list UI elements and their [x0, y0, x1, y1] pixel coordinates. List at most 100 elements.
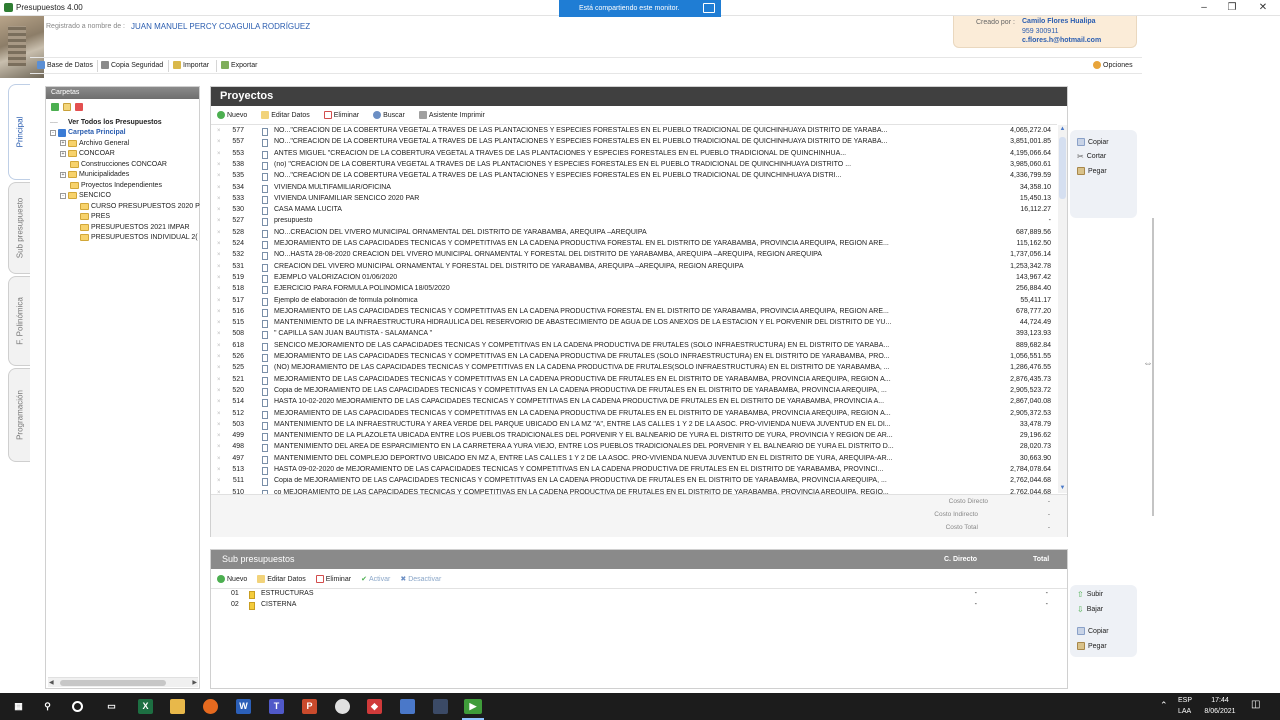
- export-button[interactable]: Exportar: [221, 61, 257, 69]
- copy-sub-button[interactable]: Copiar: [1077, 624, 1109, 638]
- add-folder-icon[interactable]: [51, 103, 59, 111]
- scroll-thumb[interactable]: [1059, 137, 1066, 199]
- app-terminal-icon[interactable]: [433, 699, 448, 714]
- project-row[interactable]: × 497 MANTENIMIENTO DEL COMPLEJO DEPORTIVO…: [211, 455, 1057, 466]
- tree-item-curso[interactable]: CURSO PRESUPUESTOS 2020 P: [50, 201, 200, 212]
- tab-principal[interactable]: Principal: [8, 84, 30, 180]
- project-row[interactable]: × 512 MEJORAMIENTO DE LAS CAPACIDADES TÉCN…: [211, 410, 1057, 421]
- project-row[interactable]: × 519 EJEMPLO VALORIZACIÓN 01/06/2020 143,9…: [211, 274, 1057, 285]
- project-row[interactable]: × 513 HASTA 09-02-2020 de MEJORAMIENTO DE …: [211, 466, 1057, 477]
- tab-programacion[interactable]: Programación: [8, 368, 30, 462]
- tree-item-2021-impar[interactable]: PRESUPUESTOS 2021 IMPAR: [50, 222, 200, 233]
- keyboard-layout[interactable]: LAA: [1178, 708, 1191, 715]
- projects-vertical-scrollbar[interactable]: ▲ ▼: [1058, 125, 1067, 493]
- project-row[interactable]: × 530 CASA MAMÁ LUCITA 16,112.27: [211, 206, 1057, 217]
- clock-time[interactable]: 17:44: [1203, 697, 1237, 704]
- edit-project-button[interactable]: Editar Datos: [261, 111, 310, 119]
- database-button[interactable]: Base de Datos: [37, 61, 93, 69]
- scroll-right-icon[interactable]: ▶: [192, 679, 197, 686]
- tree-item-pres[interactable]: PRES: [50, 212, 200, 223]
- project-row[interactable]: × 508 " CAPILLA SAN JUAN BAUTISTA - SALAMA…: [211, 330, 1057, 341]
- search-project-button[interactable]: Buscar: [373, 111, 405, 119]
- minimize-button[interactable]: –: [1189, 0, 1219, 16]
- creator-email[interactable]: c.flores.h@hotmail.com: [1022, 37, 1101, 44]
- project-row[interactable]: × 517 Ejemplo de elaboración de fórmula po…: [211, 297, 1057, 308]
- expand-icon[interactable]: +: [60, 171, 66, 178]
- scroll-down-icon[interactable]: ▼: [1059, 485, 1066, 492]
- project-row[interactable]: × 503 MANTENIMIENTO DE LA INFRAESTRUCTURA …: [211, 421, 1057, 432]
- tab-formula-polinomica[interactable]: F. Polinómica: [8, 276, 30, 366]
- tree-item-archivo[interactable]: + Archivo General: [50, 138, 200, 149]
- notifications-icon[interactable]: ◫: [1251, 699, 1260, 710]
- folders-horizontal-scrollbar[interactable]: ◀ ▶: [48, 677, 198, 687]
- project-row[interactable]: × 520 Copia de MEJORAMIENTO DE LAS CAPACID…: [211, 387, 1057, 398]
- paste-button[interactable]: Pegar: [1077, 164, 1107, 178]
- project-row[interactable]: × 521 MEJORAMIENTO DE LAS CAPACIDADES TÉCN…: [211, 376, 1057, 387]
- tree-item-construcciones[interactable]: Construcciones CONCOAR: [50, 159, 200, 170]
- delete-sub-budget-button[interactable]: Eliminar: [315, 575, 351, 583]
- scroll-left-icon[interactable]: ◀: [49, 679, 54, 686]
- project-row[interactable]: × 527 presupuesto -: [211, 217, 1057, 228]
- edit-sub-budget-button[interactable]: Editar Datos: [257, 575, 306, 583]
- tree-item-sencico[interactable]: - SENCICO: [50, 191, 200, 202]
- windows-start-icon[interactable]: ▦: [11, 699, 26, 714]
- cortana-icon[interactable]: [72, 701, 83, 712]
- tree-item-individual[interactable]: PRESUPUESTOS INDIVIDUAL 2(: [50, 233, 200, 244]
- project-row[interactable]: × 528 NO...CREACION DEL VIVERO MUNICIPAL O…: [211, 229, 1057, 240]
- delete-folder-icon[interactable]: [75, 103, 83, 111]
- chevron-up-icon[interactable]: ⌃: [1160, 700, 1168, 711]
- collapse-icon[interactable]: -: [50, 129, 56, 136]
- tree-item-main-folder[interactable]: - Carpeta Principal: [50, 128, 200, 139]
- project-row[interactable]: × 553 ANTES MIGUEL "CREACION DE LA COBERTU…: [211, 150, 1057, 161]
- chrome-icon[interactable]: [335, 699, 350, 714]
- project-row[interactable]: × 518 EJERCICIO PARA FÓRMULA POLINÓMICA 18…: [211, 285, 1057, 296]
- project-row[interactable]: × 498 MANTENIMIENTO DEL AREA DE ESPARCIMIE…: [211, 443, 1057, 454]
- scroll-up-icon[interactable]: ▲: [1059, 126, 1066, 133]
- new-sub-budget-button[interactable]: Nuevo: [217, 575, 247, 583]
- tree-item-all[interactable]: –– Ver Todos los Presupuestos: [50, 117, 200, 128]
- file-explorer-icon[interactable]: [170, 699, 185, 714]
- paste-sub-button[interactable]: Pegar: [1077, 639, 1107, 653]
- delete-project-button[interactable]: Eliminar: [323, 111, 359, 119]
- word-icon[interactable]: W: [236, 699, 251, 714]
- project-row[interactable]: × 535 NO..."CREACION DE LA COBERTURA VEGET…: [211, 172, 1057, 183]
- search-icon[interactable]: ⚲: [40, 699, 55, 714]
- screen-share-banner[interactable]: Está compartiendo este monitor.: [559, 0, 721, 17]
- clock-date[interactable]: 8/06/2021: [1198, 708, 1242, 715]
- print-wizard-button[interactable]: Asistente Imprimir: [418, 111, 485, 119]
- sub-budget-row[interactable]: 01 ESTRUCTURAS - -: [211, 590, 1067, 601]
- project-row[interactable]: × 499 MANTENIMIENTO DE LA PLAZOLETA UBICAD…: [211, 432, 1057, 443]
- project-row[interactable]: × 516 MEJORAMIENTO DE LAS CAPACIDADES TÉCN…: [211, 308, 1057, 319]
- project-row[interactable]: × 577 NO..."CREACION DE LA COBERTURA VEGET…: [211, 127, 1057, 138]
- app-calculator-icon[interactable]: [400, 699, 415, 714]
- move-down-button[interactable]: ⇩ Bajar: [1077, 602, 1103, 616]
- sub-budget-row[interactable]: 02 CISTERNA - -: [211, 601, 1067, 612]
- anydesk-icon[interactable]: ◆: [367, 699, 382, 714]
- edit-folder-icon[interactable]: [63, 103, 71, 111]
- tree-item-independientes[interactable]: Proyectos Independientes: [50, 180, 200, 191]
- collapse-icon[interactable]: -: [60, 192, 66, 199]
- firefox-icon[interactable]: [203, 699, 218, 714]
- powerpoint-icon[interactable]: P: [302, 699, 317, 714]
- copy-button[interactable]: Copiar: [1077, 135, 1109, 149]
- project-row[interactable]: × 511 Copia de MEJORAMIENTO DE LAS CAPACID…: [211, 477, 1057, 488]
- project-row[interactable]: × 538 (no) "CREACION DE LA COBERTURA VEGET…: [211, 161, 1057, 172]
- project-row[interactable]: × 515 MANTENIMIENTO DE LA INFRAESTRUCTURA …: [211, 319, 1057, 330]
- tab-sub-presupuesto[interactable]: Sub presupuesto: [8, 182, 30, 274]
- project-row[interactable]: × 533 VIVIENDA UNIFAMILIAR SENCICO 2020 PA…: [211, 195, 1057, 206]
- presupuestos-app-icon[interactable]: ▶: [464, 699, 482, 714]
- new-project-button[interactable]: Nuevo: [217, 111, 247, 119]
- task-view-icon[interactable]: ▭: [104, 699, 119, 714]
- teams-icon[interactable]: T: [269, 699, 284, 714]
- deactivate-button[interactable]: ✖ Desactivar: [400, 575, 441, 584]
- move-up-button[interactable]: ⇧ Subir: [1077, 587, 1103, 601]
- project-row[interactable]: × 532 NO...HASTA 28-08-2020 CREACION DEL V…: [211, 251, 1057, 262]
- project-row[interactable]: × 557 NO..."CREACION DE LA COBERTURA VEGET…: [211, 138, 1057, 149]
- backup-button[interactable]: Copia Seguridad: [101, 61, 163, 69]
- maximize-button[interactable]: ❐: [1217, 0, 1247, 16]
- project-row[interactable]: × 534 VIVIENDA MULTIFAMILIAR/OFICINA 34,358…: [211, 184, 1057, 195]
- resize-arrows-icon[interactable]: ⇔: [1143, 358, 1153, 369]
- project-row[interactable]: × 514 HASTA 10-02-2020 MEJORAMIENTO DE LAS…: [211, 398, 1057, 409]
- expand-icon[interactable]: +: [60, 150, 66, 157]
- tree-item-municipalidades[interactable]: + Municipalidades: [50, 170, 200, 181]
